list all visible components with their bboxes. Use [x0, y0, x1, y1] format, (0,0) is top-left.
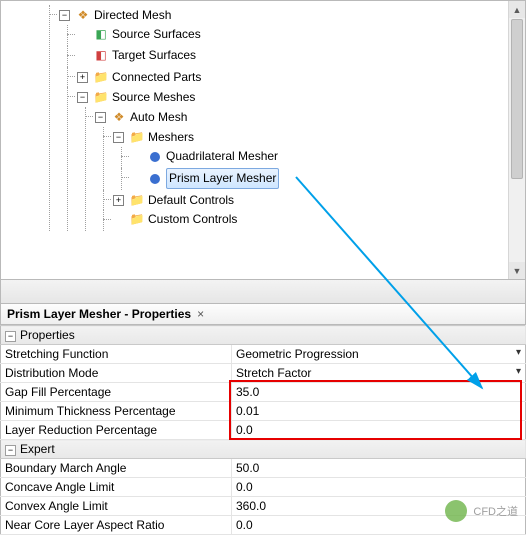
tree-item-auto-mesh[interactable]: − ❖ Auto Mesh — [95, 108, 187, 127]
cube-icon: ◧ — [93, 27, 109, 43]
folder-icon: 📁 — [129, 212, 145, 228]
prop-label: Near Core Layer Aspect Ratio — [1, 516, 232, 535]
row-distribution-mode[interactable]: Distribution Mode Stretch Factor▾ — [1, 364, 526, 383]
prop-label: Concave Angle Limit — [1, 478, 232, 497]
tree-label: Source Surfaces — [112, 25, 201, 44]
collapse-icon[interactable]: − — [95, 112, 106, 123]
tree-item-connected-parts[interactable]: + 📁 Connected Parts — [77, 68, 201, 87]
tree-item-source-surfaces[interactable]: ◧ Source Surfaces — [77, 25, 201, 44]
folder-icon: 📁 — [129, 193, 145, 209]
tree-label: Custom Controls — [148, 210, 237, 229]
dropdown-icon[interactable]: ▾ — [516, 366, 521, 377]
collapse-icon[interactable]: − — [77, 92, 88, 103]
tree-label: Connected Parts — [112, 68, 201, 87]
row-min-thickness[interactable]: Minimum Thickness Percentage 0.01 — [1, 402, 526, 421]
prop-value[interactable]: 35.0 — [232, 383, 526, 402]
expand-icon[interactable]: + — [77, 72, 88, 83]
collapse-icon[interactable]: − — [113, 132, 124, 143]
section-label: Expert — [20, 442, 55, 456]
section-properties[interactable]: −Properties — [1, 326, 526, 345]
tree-label-selected: Prism Layer Mesher — [166, 168, 279, 189]
section-label: Properties — [20, 328, 75, 342]
collapse-icon[interactable]: − — [59, 10, 70, 21]
collapse-icon[interactable]: − — [5, 331, 16, 342]
prop-value[interactable]: 0.0 — [232, 478, 526, 497]
row-gap-fill[interactable]: Gap Fill Percentage 35.0 — [1, 383, 526, 402]
prop-label: Distribution Mode — [1, 364, 232, 383]
bullet-icon — [147, 171, 163, 187]
prop-label: Layer Reduction Percentage — [1, 421, 232, 440]
prop-value[interactable]: 50.0 — [232, 459, 526, 478]
prop-value[interactable]: 0.0 — [232, 421, 526, 440]
tree-item-meshers[interactable]: − 📁 Meshers — [113, 128, 194, 147]
tree-label: Meshers — [148, 128, 194, 147]
separator-strip — [0, 280, 526, 304]
watermark-text: CFD之道 — [473, 503, 518, 519]
tree-item-directed-mesh[interactable]: − ❖ Directed Mesh — [59, 6, 171, 25]
tree-pane: ▲ ▼ − ❖ Directed Mesh ◧ Source Surfaces — [0, 0, 526, 280]
prop-value[interactable]: Stretch Factor▾ — [232, 364, 526, 383]
prop-value[interactable]: 0.01 — [232, 402, 526, 421]
folder-icon: 📁 — [93, 70, 109, 86]
tree-label: Auto Mesh — [130, 108, 187, 127]
tree-item-prism-mesher[interactable]: Prism Layer Mesher — [131, 168, 279, 189]
section-expert[interactable]: −Expert — [1, 440, 526, 459]
tree-label: Default Controls — [148, 191, 234, 210]
prop-label: Minimum Thickness Percentage — [1, 402, 232, 421]
row-boundary-march[interactable]: Boundary March Angle 50.0 — [1, 459, 526, 478]
tree-item-quad-mesher[interactable]: Quadrilateral Mesher — [131, 147, 278, 166]
scroll-down-arrow[interactable]: ▼ — [509, 262, 525, 279]
tree-label: Quadrilateral Mesher — [166, 147, 278, 166]
cube-icon: ◧ — [93, 48, 109, 64]
close-icon[interactable]: × — [197, 307, 204, 321]
mesh-icon: ❖ — [111, 110, 127, 126]
prop-label: Boundary March Angle — [1, 459, 232, 478]
properties-panel-title: Prism Layer Mesher - Properties × — [0, 304, 526, 325]
mesh-icon: ❖ — [75, 8, 91, 24]
tree-item-custom-controls[interactable]: 📁 Custom Controls — [113, 210, 237, 229]
tree-item-source-meshes[interactable]: − 📁 Source Meshes — [77, 88, 195, 107]
prop-label: Gap Fill Percentage — [1, 383, 232, 402]
expand-icon[interactable]: + — [113, 195, 124, 206]
row-stretching-function[interactable]: Stretching Function Geometric Progressio… — [1, 345, 526, 364]
prop-value[interactable]: Geometric Progression▾ — [232, 345, 526, 364]
tree-item-default-controls[interactable]: + 📁 Default Controls — [113, 191, 234, 210]
tree-label: Target Surfaces — [112, 46, 196, 65]
prop-label: Convex Angle Limit — [1, 497, 232, 516]
folder-icon: 📁 — [129, 130, 145, 146]
row-concave-limit[interactable]: Concave Angle Limit 0.0 — [1, 478, 526, 497]
row-layer-reduction[interactable]: Layer Reduction Percentage 0.0 — [1, 421, 526, 440]
dropdown-icon[interactable]: ▾ — [516, 347, 521, 358]
tree-label: Source Meshes — [112, 88, 195, 107]
folder-icon: 📁 — [93, 90, 109, 106]
prop-label: Stretching Function — [1, 345, 232, 364]
tree-label: Directed Mesh — [94, 6, 171, 25]
collapse-icon[interactable]: − — [5, 445, 16, 456]
tree-item-target-surfaces[interactable]: ◧ Target Surfaces — [77, 46, 196, 65]
bullet-icon — [147, 149, 163, 165]
watermark: CFD之道 — [445, 500, 518, 522]
watermark-logo — [445, 500, 467, 522]
panel-title-text: Prism Layer Mesher - Properties — [7, 307, 191, 321]
